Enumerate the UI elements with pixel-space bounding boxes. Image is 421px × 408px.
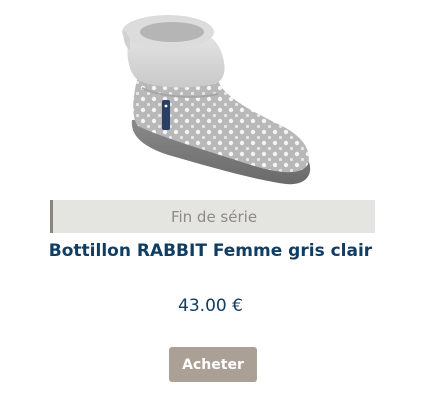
- slipper-boot-illustration: [122, 15, 311, 185]
- product-card: Fin de série Bottillon RABBIT Femme gris…: [0, 0, 421, 408]
- product-image[interactable]: [118, 8, 318, 194]
- status-badge: Fin de série: [50, 200, 375, 233]
- product-title[interactable]: Bottillon RABBIT Femme gris clair: [0, 241, 421, 261]
- buy-button-label: Acheter: [182, 356, 244, 373]
- buy-button[interactable]: Acheter: [169, 347, 257, 382]
- product-price: 43.00 €: [178, 296, 243, 316]
- status-text: Fin de série: [170, 207, 258, 226]
